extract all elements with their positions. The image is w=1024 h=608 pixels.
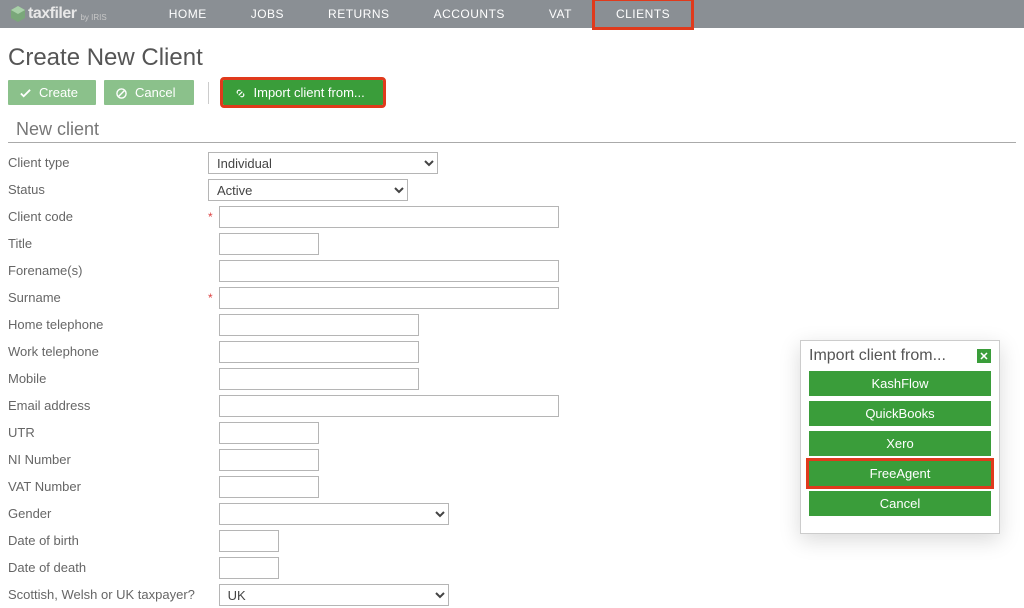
status-select[interactable]: Active: [208, 179, 408, 201]
gender-label: Gender: [8, 506, 208, 521]
nav-vat[interactable]: VAT: [527, 0, 594, 28]
import-freeagent-button[interactable]: FreeAgent: [809, 461, 991, 486]
required-icon: *: [208, 291, 213, 305]
logo-text: taxfiler: [28, 5, 76, 23]
modal-header: Import client from... ✕: [809, 345, 991, 371]
surname-input[interactable]: [219, 287, 559, 309]
ni-label: NI Number: [8, 452, 208, 467]
cancel-button-label: Cancel: [135, 85, 175, 100]
nav-returns[interactable]: RETURNS: [306, 0, 412, 28]
cancel-icon: [116, 87, 127, 98]
forenames-input[interactable]: [219, 260, 559, 282]
email-input[interactable]: [219, 395, 559, 417]
vat-input[interactable]: [219, 476, 319, 498]
gender-select[interactable]: [219, 503, 449, 525]
ni-input[interactable]: [219, 449, 319, 471]
taxpayer-label: Scottish, Welsh or UK taxpayer?: [8, 587, 208, 602]
create-button[interactable]: Create: [8, 80, 96, 105]
logo-subtext: by IRIS: [80, 13, 106, 22]
link-icon: [235, 87, 246, 98]
title-label: Title: [8, 236, 208, 251]
import-kashflow-button[interactable]: KashFlow: [809, 371, 991, 396]
home-tel-input[interactable]: [219, 314, 419, 336]
utr-input[interactable]: [219, 422, 319, 444]
import-modal: Import client from... ✕ KashFlow QuickBo…: [800, 340, 1000, 534]
check-icon: [20, 87, 31, 98]
nav-items: HOME JOBS RETURNS ACCOUNTS VAT CLIENTS: [147, 0, 692, 28]
page-title: Create New Client: [0, 28, 1024, 80]
top-nav: taxfiler by IRIS HOME JOBS RETURNS ACCOU…: [0, 0, 1024, 28]
logo[interactable]: taxfiler by IRIS: [10, 5, 107, 23]
action-bar: Create Cancel Import client from...: [0, 80, 1024, 119]
modal-title: Import client from...: [809, 347, 946, 365]
home-tel-label: Home telephone: [8, 317, 208, 332]
divider: [208, 82, 209, 104]
mobile-input[interactable]: [219, 368, 419, 390]
dod-input[interactable]: [219, 557, 279, 579]
client-code-input[interactable]: [219, 206, 559, 228]
dod-label: Date of death: [8, 560, 208, 575]
import-button-label: Import client from...: [254, 85, 365, 100]
title-input[interactable]: [219, 233, 319, 255]
surname-label: Surname: [8, 290, 208, 305]
nav-accounts[interactable]: ACCOUNTS: [412, 0, 527, 28]
section-title: New client: [8, 119, 1016, 143]
client-type-label: Client type: [8, 155, 208, 170]
utr-label: UTR: [8, 425, 208, 440]
client-type-select[interactable]: Individual: [208, 152, 438, 174]
mobile-label: Mobile: [8, 371, 208, 386]
work-tel-label: Work telephone: [8, 344, 208, 359]
required-icon: *: [208, 210, 213, 224]
taxpayer-select[interactable]: UK: [219, 584, 449, 606]
dob-input[interactable]: [219, 530, 279, 552]
forenames-label: Forename(s): [8, 263, 208, 278]
import-button[interactable]: Import client from...: [223, 80, 383, 105]
import-quickbooks-button[interactable]: QuickBooks: [809, 401, 991, 426]
close-icon[interactable]: ✕: [977, 349, 991, 363]
email-label: Email address: [8, 398, 208, 413]
create-button-label: Create: [39, 85, 78, 100]
client-code-label: Client code: [8, 209, 208, 224]
import-xero-button[interactable]: Xero: [809, 431, 991, 456]
status-label: Status: [8, 182, 208, 197]
nav-clients[interactable]: CLIENTS: [594, 0, 692, 28]
import-cancel-button[interactable]: Cancel: [809, 491, 991, 516]
vat-label: VAT Number: [8, 479, 208, 494]
logo-icon: [10, 6, 26, 22]
nav-jobs[interactable]: JOBS: [229, 0, 306, 28]
cancel-button[interactable]: Cancel: [104, 80, 193, 105]
nav-home[interactable]: HOME: [147, 0, 229, 28]
dob-label: Date of birth: [8, 533, 208, 548]
work-tel-input[interactable]: [219, 341, 419, 363]
